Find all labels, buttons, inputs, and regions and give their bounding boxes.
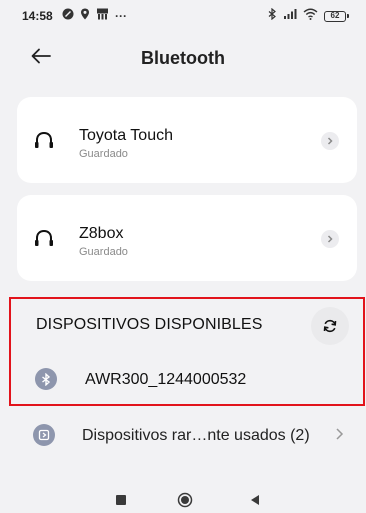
wifi-icon <box>303 7 318 25</box>
status-left-icons: ··· <box>62 7 127 25</box>
saved-device-name: Z8box <box>79 225 124 242</box>
app-notification-icon <box>96 7 109 25</box>
rarely-used-devices-item[interactable]: Dispositivos rar…nte usados (2) <box>0 415 366 455</box>
available-devices-section: DISPOSITIVOS DISPONIBLES AWR300_12440005… <box>9 297 365 406</box>
status-bar: 14:58 ··· 62 <box>0 0 366 30</box>
saved-device-name: Toyota Touch <box>79 127 173 144</box>
saved-device-card[interactable]: Toyota Touch Guardado <box>17 97 357 183</box>
recent-apps-button[interactable] <box>116 495 126 505</box>
home-button[interactable] <box>177 492 193 508</box>
available-device-item[interactable]: AWR300_1244000532 <box>11 357 363 403</box>
headphones-icon <box>33 129 55 151</box>
do-not-disturb-icon <box>62 7 74 25</box>
device-details-button[interactable] <box>321 132 339 150</box>
triangle-back-icon <box>251 495 259 505</box>
device-list-icon <box>33 424 55 446</box>
signal-icon <box>283 7 297 25</box>
header: Bluetooth <box>0 36 366 80</box>
location-icon <box>80 7 90 25</box>
home-circle-icon <box>177 492 193 508</box>
refresh-icon <box>323 319 337 333</box>
bluetooth-status-icon <box>268 7 277 25</box>
available-devices-title: DISPOSITIVOS DISPONIBLES <box>36 316 263 333</box>
nav-back-button[interactable] <box>250 493 260 511</box>
rarely-used-devices-label: Dispositivos rar…nte usados (2) <box>82 427 310 444</box>
device-details-button[interactable] <box>321 230 339 248</box>
system-nav-bar <box>0 486 366 510</box>
battery-icon: 62 <box>324 10 349 22</box>
chevron-right-icon <box>327 137 333 145</box>
saved-device-status: Guardado <box>79 148 128 160</box>
chevron-right-icon <box>334 427 344 446</box>
page-title: Bluetooth <box>141 48 225 68</box>
refresh-button[interactable] <box>311 307 349 345</box>
bluetooth-icon <box>35 368 57 390</box>
status-time: 14:58 <box>22 9 53 23</box>
available-device-name: AWR300_1244000532 <box>85 371 247 388</box>
headphones-icon <box>33 227 55 249</box>
saved-device-status: Guardado <box>79 246 128 258</box>
saved-device-card[interactable]: Z8box Guardado <box>17 195 357 281</box>
chevron-right-icon <box>327 235 333 243</box>
status-right-icons: 62 <box>268 7 349 25</box>
more-notifications-icon: ··· <box>115 9 127 23</box>
